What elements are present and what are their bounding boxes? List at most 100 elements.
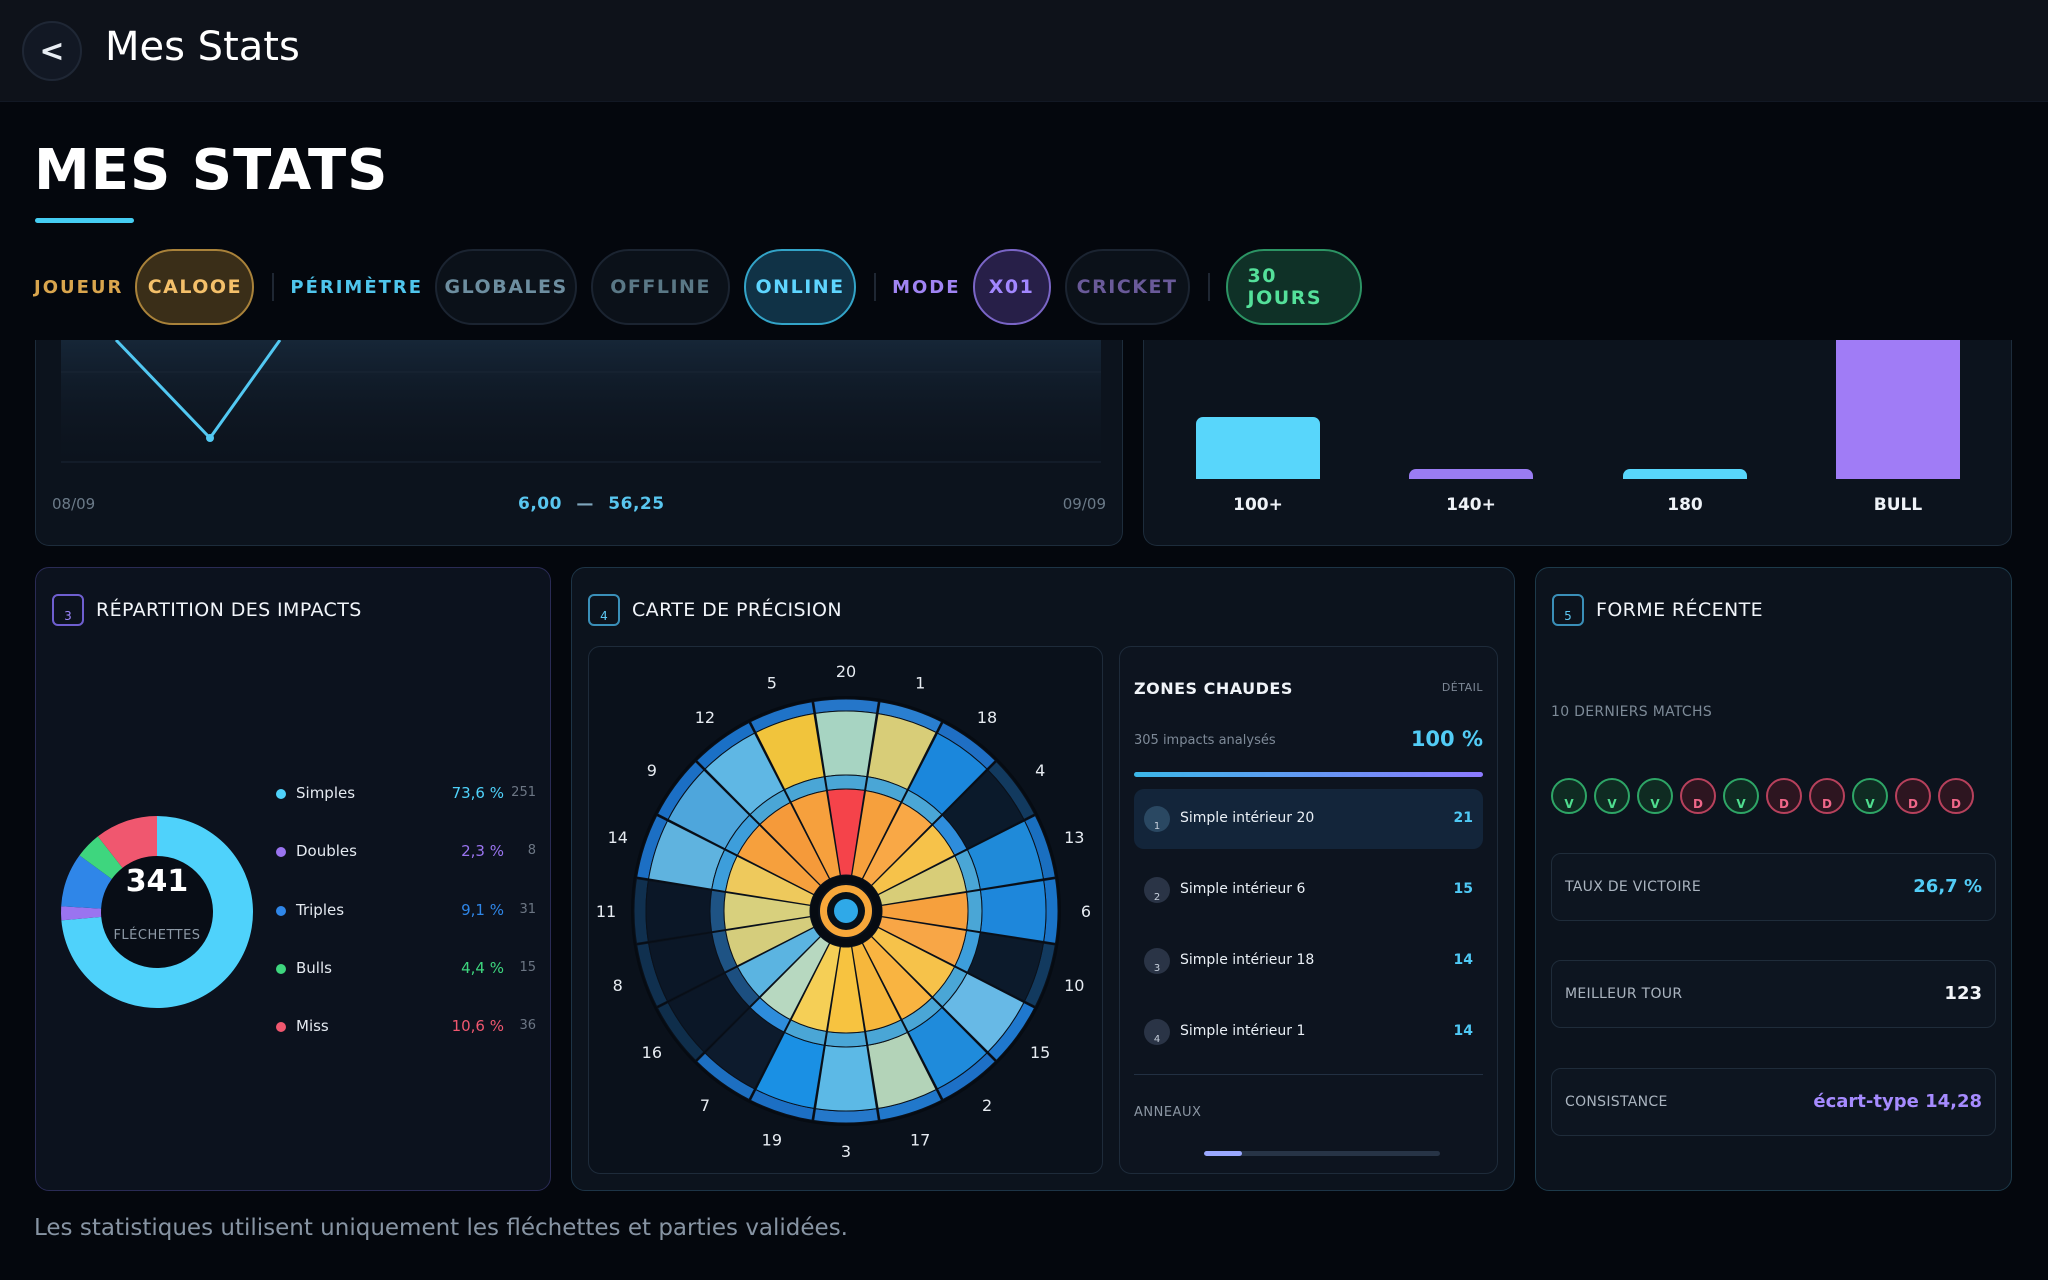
legend-count: 15: [519, 960, 536, 975]
filter-label-joueur: JOUEUR: [34, 276, 124, 298]
evolution-range-max: 56,25: [608, 494, 665, 514]
legend-count: 8: [527, 843, 536, 858]
mode-chip-x01[interactable]: X01: [972, 249, 1051, 325]
score-bars-card: 100+ 140+ 180 BULL: [1143, 340, 2012, 546]
dartboard-number: 10: [1064, 976, 1084, 995]
stat-win-rate: TAUX DE VICTOIRE 26,7 %: [1551, 853, 1996, 921]
dartboard-number: 18: [977, 708, 997, 727]
dartboard-number: 2: [982, 1096, 992, 1115]
evolution-card: 08/09 6,00 — 56,25 09/09: [35, 340, 1123, 546]
hot-zone-rank: 2: [1144, 877, 1170, 903]
legend-percent: 9,1 %: [461, 901, 504, 919]
dartboard-segment-6-triple: [966, 889, 983, 933]
precision-map-card: 4 CARTE DE PRÉCISION 20 1 18 4 13 6 10 15 2 17 3 19…: [571, 567, 1515, 1191]
back-button[interactable]: <: [22, 21, 82, 81]
filter-label-perimetre: PÉRIMÈTRE: [290, 276, 424, 298]
impact-distribution-card: 3 RÉPARTITION DES IMPACTS 341 FLÉCHETTES…: [35, 567, 551, 1191]
dartboard-number: 19: [762, 1130, 782, 1149]
divider: [1134, 1074, 1483, 1075]
hot-zone-name: Simple intérieur 20: [1180, 810, 1315, 826]
score-bar: [1623, 469, 1747, 479]
evolution-range: 6,00 — 56,25: [518, 494, 665, 514]
score-bar: [1836, 340, 1960, 479]
chevron-left-icon: <: [39, 33, 65, 69]
score-bar: [1196, 417, 1320, 479]
legend-label: Simples: [296, 784, 356, 802]
dartboard-segment-11-outer: [645, 879, 713, 943]
legend-dot: [276, 1022, 286, 1032]
hot-zone-rank: 3: [1144, 948, 1170, 974]
dartboard-panel: 20 1 18 4 13 6 10 15 2 17 3 19 7 16 8 11 14 9 12 5: [588, 646, 1103, 1174]
score-bar-label: 180: [1667, 495, 1703, 515]
hot-zone-row[interactable]: 2 Simple intérieur 6 15: [1134, 860, 1483, 920]
top-bar-title: Mes Stats: [105, 24, 300, 70]
donut-total-label: FLÉCHETTES: [113, 928, 201, 943]
scope-chip-online[interactable]: ONLINE: [744, 249, 857, 325]
result-loss-badge: D: [1680, 778, 1716, 814]
evolution-area: [61, 340, 1101, 462]
dartboard-segment-20-triple: [824, 774, 868, 791]
dartboard-number: 7: [700, 1096, 710, 1115]
card-number-badge: 5: [1552, 594, 1584, 626]
result-win-badge: V: [1594, 778, 1630, 814]
card-title: RÉPARTITION DES IMPACTS: [96, 599, 362, 621]
hot-zone-row[interactable]: 4 Simple intérieur 1 14: [1134, 1002, 1483, 1062]
hot-zone-row[interactable]: 3 Simple intérieur 18 14: [1134, 931, 1483, 991]
impact-donut: [61, 816, 253, 1008]
hot-zone-value: 21: [1453, 810, 1473, 826]
stat-value: 123: [1944, 983, 1982, 1004]
legend-dot: [276, 789, 286, 799]
hot-zones-percent: 100 %: [1410, 727, 1483, 751]
scope-chip-globales[interactable]: GLOBALES: [435, 249, 578, 325]
card-header: 5 FORME RÉCENTE: [1552, 594, 1763, 626]
dartboard-segment-3-triple: [824, 1031, 868, 1048]
filter-divider: [272, 273, 275, 301]
scope-chip-offline[interactable]: OFFLINE: [591, 249, 731, 325]
hot-zone-name: Simple intérieur 6: [1180, 881, 1306, 897]
dartboard-number: 4: [1035, 761, 1045, 780]
recent-form-subtitle: 10 DERNIERS MATCHS: [1551, 704, 1713, 720]
filter-label-mode: MODE: [892, 276, 961, 298]
legend-label: Triples: [296, 901, 345, 919]
dartboard-number: 20: [836, 662, 856, 681]
dartboard-number: 9: [647, 761, 657, 780]
hot-zones-subtitle: 305 impacts analysés: [1134, 733, 1276, 748]
stat-label: MEILLEUR TOUR: [1565, 986, 1683, 1002]
result-loss-badge: D: [1809, 778, 1845, 814]
legend-percent: 4,4 %: [461, 959, 504, 977]
result-loss-badge: D: [1766, 778, 1802, 814]
legend-label: Miss: [296, 1017, 329, 1035]
dartboard-segment-3-outer: [814, 1044, 878, 1112]
player-chip[interactable]: CALOOE: [135, 249, 255, 325]
filter-divider: [1207, 273, 1210, 301]
card-number-badge: 3: [52, 594, 84, 626]
dartboard-number: 8: [613, 976, 623, 995]
mode-chip-cricket[interactable]: CRICKET: [1064, 249, 1190, 325]
result-loss-badge: D: [1938, 778, 1974, 814]
dartboard-number: 13: [1064, 828, 1084, 847]
hot-zone-row[interactable]: 1 Simple intérieur 20 21: [1134, 789, 1483, 849]
legend-percent: 2,3 %: [461, 842, 504, 860]
page-title: MES STATS: [34, 138, 389, 203]
legend-percent: 73,6 %: [451, 784, 504, 802]
period-chip[interactable]: 30 JOURS: [1225, 249, 1362, 325]
hot-zones-detail-link[interactable]: DÉTAIL: [1442, 681, 1483, 694]
dartboard-bullseye: [834, 899, 858, 923]
legend-percent: 10,6 %: [451, 1017, 504, 1035]
dartboard-number: 16: [642, 1043, 662, 1062]
legend-label: Bulls: [296, 959, 332, 977]
recent-form-card: 5 FORME RÉCENTE 10 DERNIERS MATCHS VVVDV…: [1535, 567, 2012, 1191]
stat-label: TAUX DE VICTOIRE: [1565, 879, 1701, 895]
stat-best-turn: MEILLEUR TOUR 123: [1551, 960, 1996, 1028]
evolution-date-end: 09/09: [1062, 495, 1106, 513]
dartboard-number: 14: [608, 828, 628, 847]
score-bar: [1409, 469, 1533, 479]
score-bar-label: 100+: [1233, 495, 1283, 515]
hot-zone-rank: 4: [1144, 1019, 1170, 1045]
dartboard-segment-6-outer: [979, 879, 1047, 943]
evolution-range-min: 6,00: [518, 494, 562, 514]
stat-value: écart-type 14,28: [1813, 1091, 1982, 1112]
stat-value: 26,7 %: [1913, 876, 1982, 897]
result-win-badge: V: [1852, 778, 1888, 814]
result-win-badge: V: [1637, 778, 1673, 814]
